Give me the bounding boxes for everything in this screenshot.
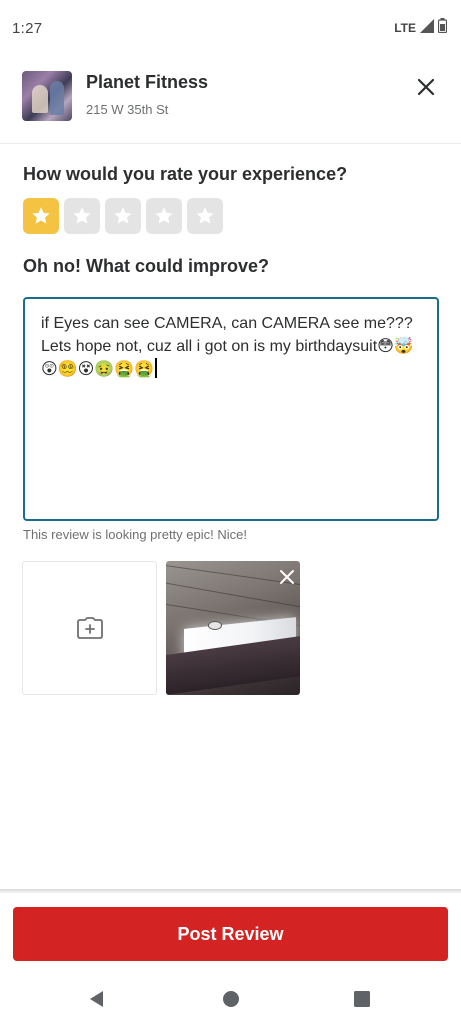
back-icon xyxy=(90,991,103,1007)
add-photo-button[interactable] xyxy=(22,561,157,695)
remove-photo-button[interactable] xyxy=(276,566,298,588)
star-icon xyxy=(73,207,91,224)
photo-detail xyxy=(208,621,222,630)
star-icon xyxy=(196,207,214,224)
star-icon xyxy=(155,207,173,224)
review-prompt: Oh no! What could improve? xyxy=(23,256,269,276)
status-bar: 1:27 LTE xyxy=(0,0,461,56)
recents-button[interactable] xyxy=(351,988,373,1010)
back-button[interactable] xyxy=(86,988,108,1010)
business-header: Planet Fitness 215 W 35th St xyxy=(0,64,461,144)
business-name: Planet Fitness xyxy=(86,72,209,92)
camera-plus-icon xyxy=(76,617,103,639)
star-icon xyxy=(114,207,132,224)
network-type: LTE xyxy=(394,21,416,35)
footer-divider xyxy=(0,889,461,893)
star-icon xyxy=(32,207,50,224)
recents-icon xyxy=(354,991,370,1007)
review-hint: This review is looking pretty epic! Nice… xyxy=(23,527,247,542)
close-icon xyxy=(417,78,435,96)
star-1-button[interactable] xyxy=(23,198,59,234)
status-icons: LTE xyxy=(394,18,448,38)
text-cursor xyxy=(155,358,158,378)
status-time: 1:27 xyxy=(12,19,43,37)
home-icon xyxy=(223,991,239,1007)
close-icon xyxy=(280,570,294,584)
business-address: 215 W 35th St xyxy=(86,102,169,117)
review-text: if Eyes can see CAMERA, can CAMERA see m… xyxy=(41,315,414,378)
star-5-button[interactable] xyxy=(187,198,223,234)
star-4-button[interactable] xyxy=(146,198,182,234)
review-text-input[interactable]: if Eyes can see CAMERA, can CAMERA see m… xyxy=(23,297,439,521)
battery-icon xyxy=(437,18,448,38)
post-review-button[interactable]: Post Review xyxy=(13,907,448,961)
star-3-button[interactable] xyxy=(105,198,141,234)
signal-icon xyxy=(420,18,434,38)
close-button[interactable] xyxy=(413,74,439,100)
home-button[interactable] xyxy=(220,988,242,1010)
rating-question: How would you rate your experience? xyxy=(23,164,348,184)
system-nav-bar xyxy=(0,972,461,1024)
star-2-button[interactable] xyxy=(64,198,100,234)
star-rating xyxy=(23,198,223,234)
business-thumbnail xyxy=(22,71,72,121)
